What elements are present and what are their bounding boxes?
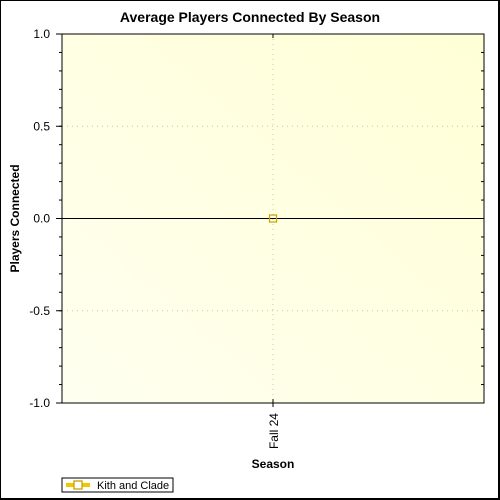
x-tick-label: Fall 24 xyxy=(267,413,281,449)
chart-title: Average Players Connected By Season xyxy=(120,9,380,25)
legend[interactable]: Kith and Clade xyxy=(61,477,174,493)
y-tick-label: -0.5 xyxy=(29,304,50,318)
y-tick-label: -1.0 xyxy=(29,396,50,410)
y-tick-label: 1.0 xyxy=(33,27,50,41)
y-tick-label: 0.0 xyxy=(33,212,50,226)
x-axis-title: Season xyxy=(252,457,295,471)
y-axis-title: Players Connected xyxy=(8,164,22,272)
legend-marker-icon xyxy=(73,480,83,490)
chart: Average Players Connected By Season 1.0 0… xyxy=(8,9,485,493)
legend-label: Kith and Clade xyxy=(97,480,169,492)
y-tick-label: 0.5 xyxy=(33,119,50,133)
